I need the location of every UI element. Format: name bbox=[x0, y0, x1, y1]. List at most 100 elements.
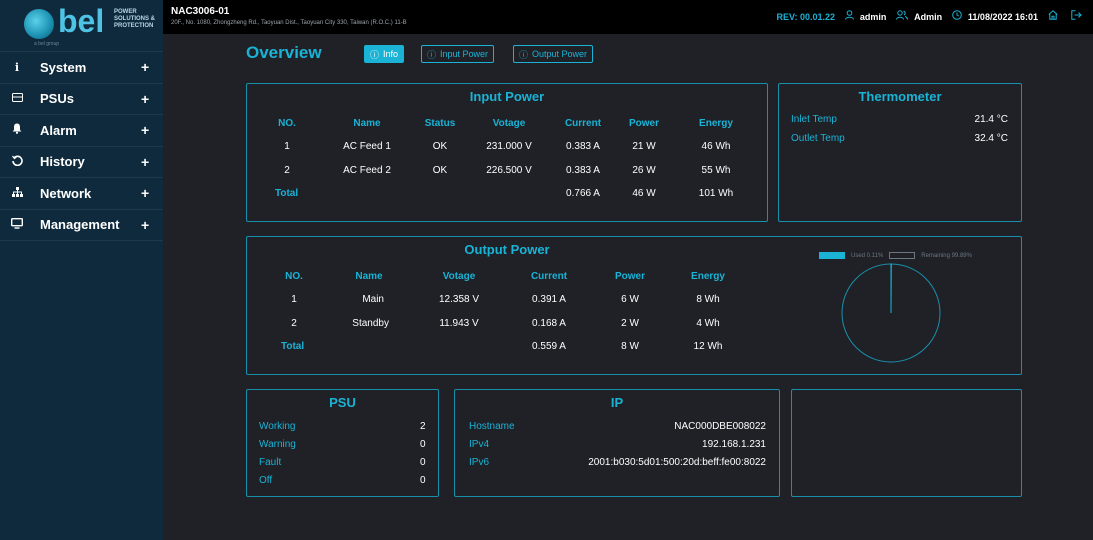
psu-off-label: Off bbox=[259, 475, 273, 486]
sidebar-item-label: PSUs bbox=[40, 91, 74, 107]
clock-icon bbox=[952, 10, 965, 23]
outlet-temp-label: Outlet Temp bbox=[791, 133, 845, 144]
table-cell: 4 Wh bbox=[696, 318, 720, 329]
logo-sub: a bel group bbox=[34, 41, 60, 47]
home-icon[interactable] bbox=[1048, 10, 1058, 23]
device-address: 20F., No. 1080, Zhongzheng Rd., Taoyuan … bbox=[171, 20, 407, 26]
device-name: NAC3006-01 bbox=[171, 6, 230, 17]
total-current: 0.766 A bbox=[566, 188, 600, 199]
info-circle-icon: ⓘ bbox=[519, 49, 529, 60]
legend-used-label: Used 0.11% bbox=[851, 252, 884, 259]
table-cell: OK bbox=[432, 165, 448, 176]
col-header: Name bbox=[355, 271, 383, 282]
ipv4-value: 192.168.1.231 bbox=[702, 439, 766, 450]
panel-title: PSU bbox=[329, 395, 356, 410]
sidebar: bel POWER SOLUTIONS & PROTECTION a bel g… bbox=[0, 0, 163, 540]
ipv4-label: IPv4 bbox=[469, 439, 490, 450]
sidebar-item-alarm[interactable]: Alarm + bbox=[0, 115, 163, 147]
table-cell: AC Feed 1 bbox=[343, 141, 391, 152]
user-icon bbox=[845, 10, 857, 23]
col-header: Status bbox=[424, 118, 456, 129]
tab-info[interactable]: ⓘ Info bbox=[364, 45, 405, 63]
info-circle-icon: ⓘ bbox=[427, 49, 437, 60]
sidebar-item-management[interactable]: Management + bbox=[0, 210, 163, 241]
sidebar-item-psus[interactable]: PSUs + bbox=[0, 84, 163, 115]
psu-icon bbox=[10, 92, 24, 105]
col-header: Energy bbox=[699, 118, 733, 129]
table-cell: 8 Wh bbox=[696, 294, 720, 305]
ipv6-value: 2001:b030:5d01:500:20d:beff:fe00:8022 bbox=[588, 457, 766, 468]
expand-plus-icon[interactable]: + bbox=[141, 154, 163, 170]
col-header: Power bbox=[628, 118, 660, 129]
logout-icon[interactable] bbox=[1071, 10, 1082, 23]
info-circle-icon: ⓘ bbox=[370, 49, 380, 60]
tab-output-power[interactable]: ⓘ Output Power bbox=[513, 45, 594, 63]
table-cell: 2 bbox=[284, 165, 290, 176]
table-cell: 226.500 V bbox=[486, 165, 532, 176]
table-cell: 0.391 A bbox=[532, 294, 566, 305]
monitor-icon bbox=[10, 217, 24, 232]
sidebar-item-label: Alarm bbox=[40, 122, 77, 138]
expand-plus-icon[interactable]: + bbox=[141, 59, 163, 75]
sidebar-item-label: Management bbox=[40, 217, 120, 233]
col-header: Votage bbox=[442, 271, 476, 282]
expand-plus-icon[interactable]: + bbox=[141, 185, 163, 201]
legend-swatch-remaining bbox=[889, 252, 916, 259]
total-power: 46 W bbox=[632, 188, 656, 199]
total-energy: 12 Wh bbox=[693, 341, 723, 352]
table-cell: 12.358 V bbox=[438, 294, 480, 305]
sidebar-item-label: Network bbox=[40, 185, 92, 201]
expand-plus-icon[interactable]: + bbox=[141, 91, 163, 107]
user-indicator[interactable]: admin bbox=[845, 10, 886, 23]
psu-working-label: Working bbox=[259, 421, 296, 432]
firmware-rev: REV: 00.01.22 bbox=[776, 11, 836, 22]
panel-title: Output Power bbox=[464, 242, 550, 257]
table-cell: 1 bbox=[284, 141, 290, 152]
logo-badge-icon bbox=[24, 9, 54, 39]
users-icon bbox=[896, 10, 911, 23]
table-cell: OK bbox=[432, 141, 448, 152]
sidebar-item-system[interactable]: i System + bbox=[0, 52, 163, 84]
table-cell: 2 W bbox=[621, 318, 639, 329]
panel-title: IP bbox=[610, 395, 624, 410]
col-header: Current bbox=[530, 271, 568, 282]
col-header: Name bbox=[353, 118, 381, 129]
col-header: NO. bbox=[285, 271, 303, 282]
total-label: Total bbox=[281, 341, 305, 352]
table-cell: Standby bbox=[352, 318, 389, 329]
table-cell: AC Feed 2 bbox=[343, 165, 391, 176]
table-cell: 231.000 V bbox=[486, 141, 532, 152]
page-title: Overview bbox=[246, 43, 322, 62]
col-header: Votage bbox=[492, 118, 526, 129]
input-power-panel: Input Power NO. Name Status Votage Curre… bbox=[246, 83, 768, 222]
logo-text: bel bbox=[58, 3, 105, 39]
bell-icon bbox=[10, 123, 24, 137]
table-cell: 0.383 A bbox=[566, 141, 600, 152]
sidebar-item-label: System bbox=[40, 59, 87, 75]
top-status: REV: 00.01.22 admin Admin 11/08/2022 16:… bbox=[777, 10, 1085, 23]
hostname-label: Hostname bbox=[469, 421, 515, 432]
empty-panel bbox=[791, 389, 1022, 497]
ip-panel: IP Hostname NAC000DBE008022 IPv4 192.168… bbox=[454, 389, 780, 497]
role-indicator[interactable]: Admin bbox=[896, 10, 942, 23]
legend-remaining-label: Remaining 99.89% bbox=[921, 252, 972, 259]
usage-legend: Used 0.11% Remaining 99.89% bbox=[819, 252, 972, 259]
total-power: 8 W bbox=[621, 341, 639, 352]
psu-panel: PSU Working 2 Warning 0 Fault 0 Off 0 bbox=[246, 389, 439, 497]
expand-plus-icon[interactable]: + bbox=[141, 217, 163, 233]
tab-input-power[interactable]: ⓘ Input Power bbox=[421, 45, 495, 63]
table-cell: 46 Wh bbox=[701, 141, 731, 152]
logo-tagline: POWER SOLUTIONS & PROTECTION bbox=[114, 9, 156, 29]
expand-plus-icon[interactable]: + bbox=[141, 122, 163, 138]
sidebar-item-network[interactable]: Network + bbox=[0, 178, 163, 210]
table-cell: 11.943 V bbox=[439, 318, 479, 329]
table-cell: 2 bbox=[291, 318, 297, 329]
top-bar: NAC3006-01 20F., No. 1080, Zhongzheng Rd… bbox=[163, 0, 1093, 34]
panel-title: Input Power bbox=[469, 89, 545, 104]
col-header: Power bbox=[614, 271, 646, 282]
table-cell: 21 W bbox=[632, 141, 656, 152]
logo[interactable]: bel POWER SOLUTIONS & PROTECTION a bel g… bbox=[0, 0, 163, 52]
table-cell: 0.383 A bbox=[566, 165, 600, 176]
total-label: Total bbox=[275, 188, 299, 199]
sidebar-item-history[interactable]: History + bbox=[0, 147, 163, 178]
